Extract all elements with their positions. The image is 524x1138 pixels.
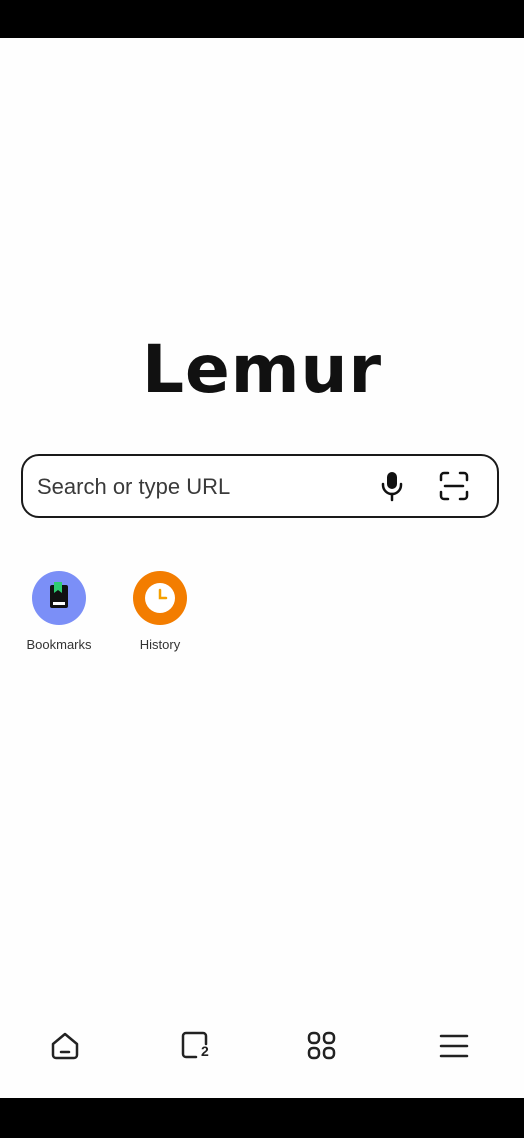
shortcut-bookmarks[interactable]: Bookmarks — [14, 571, 104, 652]
bookmarks-icon-circle — [32, 571, 86, 625]
menu-icon — [439, 1034, 469, 1058]
grid-icon — [307, 1031, 336, 1060]
bookmark-icon — [50, 582, 68, 608]
voice-search-button[interactable] — [377, 470, 407, 502]
scan-button[interactable] — [437, 469, 471, 503]
shortcut-label: History — [139, 637, 181, 652]
shortcut-label: Bookmarks — [26, 637, 92, 652]
search-input[interactable] — [35, 456, 369, 517]
menu-button[interactable] — [436, 1028, 472, 1064]
bottom-navigation-bar: 2 — [0, 1012, 524, 1082]
tabs-button[interactable]: 2 — [178, 1028, 214, 1064]
history-icon-circle — [133, 571, 187, 625]
scan-icon — [439, 471, 469, 501]
microphone-icon — [381, 472, 403, 502]
clock-icon — [145, 583, 175, 613]
status-bar — [0, 0, 524, 38]
home-icon — [51, 1032, 79, 1060]
brand-logo: Lemur — [141, 331, 383, 408]
system-navigation-bar — [0, 1098, 524, 1138]
apps-button[interactable] — [304, 1028, 340, 1064]
search-bar[interactable] — [21, 454, 499, 518]
browser-screen: Lemur Search or type URL Bookmarks Histo… — [0, 0, 524, 1138]
tabs-count: 2 — [201, 1043, 209, 1059]
home-button[interactable] — [47, 1028, 83, 1064]
shortcut-history[interactable]: History — [115, 571, 205, 652]
